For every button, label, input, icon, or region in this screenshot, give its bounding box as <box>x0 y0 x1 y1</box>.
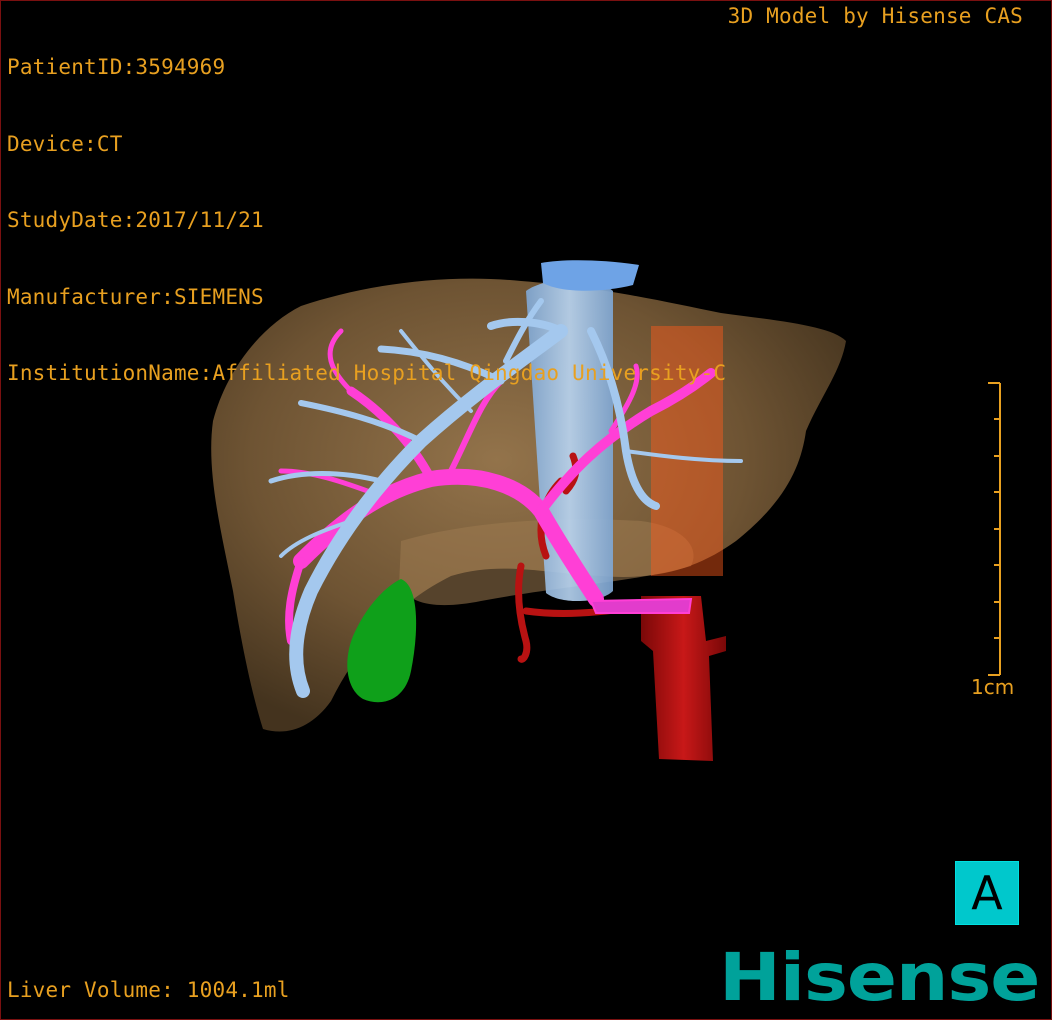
hisense-logo: Hisense <box>719 939 1040 1016</box>
render-viewport[interactable]: PatientID:3594969 Device:CT StudyDate:20… <box>0 0 1052 1020</box>
patient-id: PatientID:3594969 <box>7 55 226 79</box>
orientation-cube-button[interactable]: A <box>955 861 1019 925</box>
model-credit: 3D Model by Hisense CAS <box>727 4 1023 28</box>
scale-label: 1cm <box>971 675 1015 699</box>
study-date: StudyDate:2017/11/21 <box>7 208 264 232</box>
manufacturer: Manufacturer:SIEMENS <box>7 284 264 309</box>
scale-bar <box>988 382 1001 676</box>
device: Device:CT <box>7 131 123 156</box>
institution-name: InstitutionName:Affiliated Hospital Qing… <box>7 361 727 385</box>
dicom-info-panel: PatientID:3594969 Device:CT StudyDate:20… <box>7 4 726 438</box>
aorta <box>641 596 726 761</box>
liver-volume: Liver Volume: 1004.1ml <box>7 977 290 1002</box>
